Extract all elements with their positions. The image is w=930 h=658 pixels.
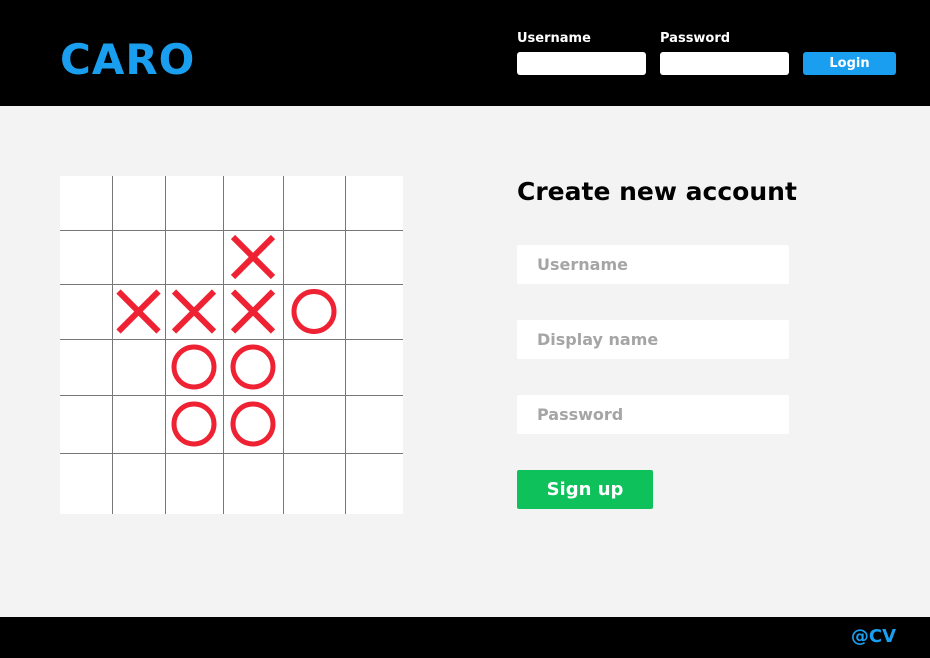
x-mark [171, 289, 217, 334]
signup-username-input[interactable] [517, 245, 789, 284]
login-password-input[interactable] [660, 52, 789, 75]
x-mark [230, 234, 276, 280]
signup-display-name-input[interactable] [517, 320, 789, 359]
login-password-label: Password [660, 31, 731, 46]
x-mark [116, 289, 161, 334]
o-mark [171, 401, 217, 447]
board-grid[interactable] [60, 176, 403, 514]
login-button[interactable]: Login [803, 52, 896, 75]
top-bar: CARO Username Password Login [0, 0, 930, 106]
signup-button[interactable]: Sign up [517, 470, 653, 509]
game-board[interactable] [60, 176, 403, 514]
o-mark [171, 344, 217, 390]
logo: CARO [60, 35, 196, 84]
o-mark [291, 289, 337, 334]
o-mark [230, 401, 276, 447]
login-username-input[interactable] [517, 52, 646, 75]
footer-credit: @CV [850, 626, 896, 647]
o-mark [230, 344, 276, 390]
footer-bar: @CV [0, 617, 930, 658]
signup-password-input[interactable] [517, 395, 789, 434]
login-username-label: Username [517, 31, 591, 46]
x-mark [230, 289, 276, 334]
signup-title: Create new account [517, 177, 797, 206]
